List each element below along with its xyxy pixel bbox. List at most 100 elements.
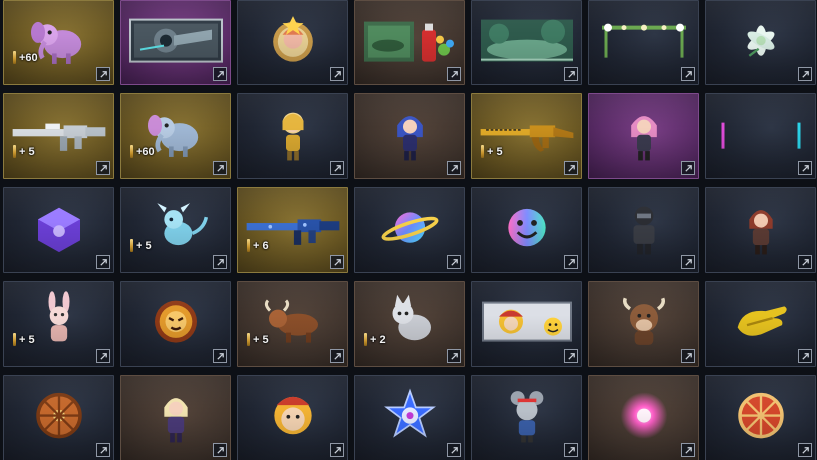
external-link-icon[interactable] bbox=[96, 349, 110, 363]
reward-item-slot[interactable]: + 5 bbox=[237, 281, 348, 367]
external-link-icon[interactable] bbox=[213, 349, 227, 363]
reward-item-slot[interactable]: + 5 bbox=[120, 187, 231, 273]
quantity-value: + 2 bbox=[370, 333, 386, 346]
reward-item-slot[interactable]: +60 bbox=[3, 0, 114, 85]
external-link-icon[interactable] bbox=[447, 255, 461, 269]
reward-item-slot[interactable] bbox=[237, 93, 348, 179]
reward-item-slot[interactable]: +60 bbox=[120, 93, 231, 179]
reward-item-slot[interactable] bbox=[120, 281, 231, 367]
external-link-icon[interactable] bbox=[213, 443, 227, 457]
external-link-icon[interactable] bbox=[681, 443, 695, 457]
rainbow-smiley-icon bbox=[492, 198, 562, 258]
reward-item-slot[interactable] bbox=[705, 375, 816, 460]
bullet-icon bbox=[13, 51, 16, 64]
external-link-icon[interactable] bbox=[213, 255, 227, 269]
external-link-icon[interactable] bbox=[447, 161, 461, 175]
reward-item-slot[interactable] bbox=[354, 93, 465, 179]
reward-item-slot[interactable] bbox=[237, 0, 348, 85]
quantity-label: + 2 bbox=[364, 333, 386, 346]
reward-item-slot[interactable] bbox=[588, 0, 699, 85]
external-link-icon[interactable] bbox=[96, 161, 110, 175]
reward-item-slot[interactable] bbox=[354, 187, 465, 273]
reward-item-slot[interactable] bbox=[588, 375, 699, 460]
quantity-value: + 5 bbox=[136, 239, 152, 252]
reward-item-slot[interactable] bbox=[471, 375, 582, 460]
reward-item-slot[interactable]: + 6 bbox=[237, 187, 348, 273]
golden-chibi-character-icon bbox=[258, 104, 328, 164]
reward-item-slot[interactable] bbox=[588, 281, 699, 367]
external-link-icon[interactable] bbox=[96, 67, 110, 81]
quantity-label: +60 bbox=[13, 51, 38, 64]
reward-item-slot[interactable]: + 5 bbox=[3, 281, 114, 367]
external-link-icon[interactable] bbox=[798, 349, 812, 363]
reward-item-slot[interactable] bbox=[705, 187, 816, 273]
external-link-icon[interactable] bbox=[681, 255, 695, 269]
reward-item-slot[interactable] bbox=[705, 281, 816, 367]
external-link-icon[interactable] bbox=[330, 349, 344, 363]
external-link-icon[interactable] bbox=[330, 67, 344, 81]
external-link-icon[interactable] bbox=[798, 67, 812, 81]
external-link-icon[interactable] bbox=[447, 443, 461, 457]
quantity-label: + 5 bbox=[481, 145, 503, 158]
reward-item-slot[interactable] bbox=[354, 0, 465, 85]
reward-item-slot[interactable] bbox=[120, 0, 231, 85]
external-link-icon[interactable] bbox=[564, 349, 578, 363]
quantity-label: + 5 bbox=[13, 145, 35, 158]
reward-item-slot[interactable] bbox=[471, 281, 582, 367]
bullet-icon bbox=[247, 333, 250, 346]
white-flower-icon bbox=[726, 10, 796, 70]
graffiti-spray-icon bbox=[360, 10, 460, 70]
quantity-value: + 5 bbox=[253, 333, 269, 346]
external-link-icon[interactable] bbox=[798, 161, 812, 175]
external-link-icon[interactable] bbox=[96, 443, 110, 457]
external-link-icon[interactable] bbox=[564, 443, 578, 457]
pink-energy-orb-icon bbox=[609, 386, 679, 446]
reward-item-slot[interactable] bbox=[3, 375, 114, 460]
reward-item-slot[interactable] bbox=[471, 0, 582, 85]
external-link-icon[interactable] bbox=[798, 255, 812, 269]
bullet-icon bbox=[13, 333, 16, 346]
quantity-label: +60 bbox=[130, 145, 155, 158]
rainbow-planet-icon bbox=[375, 198, 445, 258]
reward-item-slot[interactable] bbox=[471, 187, 582, 273]
reward-item-slot[interactable] bbox=[588, 93, 699, 179]
blue-star-emblem-icon bbox=[375, 386, 445, 446]
external-link-icon[interactable] bbox=[213, 161, 227, 175]
elf-girl-chibi-icon bbox=[141, 386, 211, 446]
external-link-icon[interactable] bbox=[564, 255, 578, 269]
quantity-value: +60 bbox=[136, 145, 155, 158]
monkey-king-card-icon bbox=[477, 292, 577, 352]
bullet-icon bbox=[13, 145, 16, 158]
external-link-icon[interactable] bbox=[564, 161, 578, 175]
external-link-icon[interactable] bbox=[96, 255, 110, 269]
weapon-crate-image-icon bbox=[126, 10, 226, 70]
quantity-value: + 5 bbox=[19, 145, 35, 158]
external-link-icon[interactable] bbox=[330, 161, 344, 175]
forest-background-icon bbox=[477, 10, 577, 70]
reward-item-slot[interactable] bbox=[705, 93, 816, 179]
external-link-icon[interactable] bbox=[681, 161, 695, 175]
golden-glove-icon bbox=[726, 292, 796, 352]
reward-item-slot[interactable] bbox=[705, 0, 816, 85]
external-link-icon[interactable] bbox=[681, 349, 695, 363]
reward-item-slot[interactable]: + 5 bbox=[3, 93, 114, 179]
quantity-label: + 6 bbox=[247, 239, 269, 252]
external-link-icon[interactable] bbox=[213, 67, 227, 81]
external-link-icon[interactable] bbox=[330, 255, 344, 269]
reward-item-slot[interactable] bbox=[3, 187, 114, 273]
red-hair-soldier-icon bbox=[726, 198, 796, 258]
external-link-icon[interactable] bbox=[447, 349, 461, 363]
reward-item-slot[interactable] bbox=[588, 187, 699, 273]
external-link-icon[interactable] bbox=[447, 67, 461, 81]
bullet-icon bbox=[130, 145, 133, 158]
reward-item-slot[interactable] bbox=[120, 375, 231, 460]
external-link-icon[interactable] bbox=[564, 67, 578, 81]
reward-item-slot[interactable]: + 2 bbox=[354, 281, 465, 367]
grey-mouse-chibi-icon bbox=[492, 386, 562, 446]
external-link-icon[interactable] bbox=[681, 67, 695, 81]
reward-item-slot[interactable] bbox=[237, 375, 348, 460]
external-link-icon[interactable] bbox=[798, 443, 812, 457]
reward-item-slot[interactable]: + 5 bbox=[471, 93, 582, 179]
external-link-icon[interactable] bbox=[330, 443, 344, 457]
reward-item-slot[interactable] bbox=[354, 375, 465, 460]
